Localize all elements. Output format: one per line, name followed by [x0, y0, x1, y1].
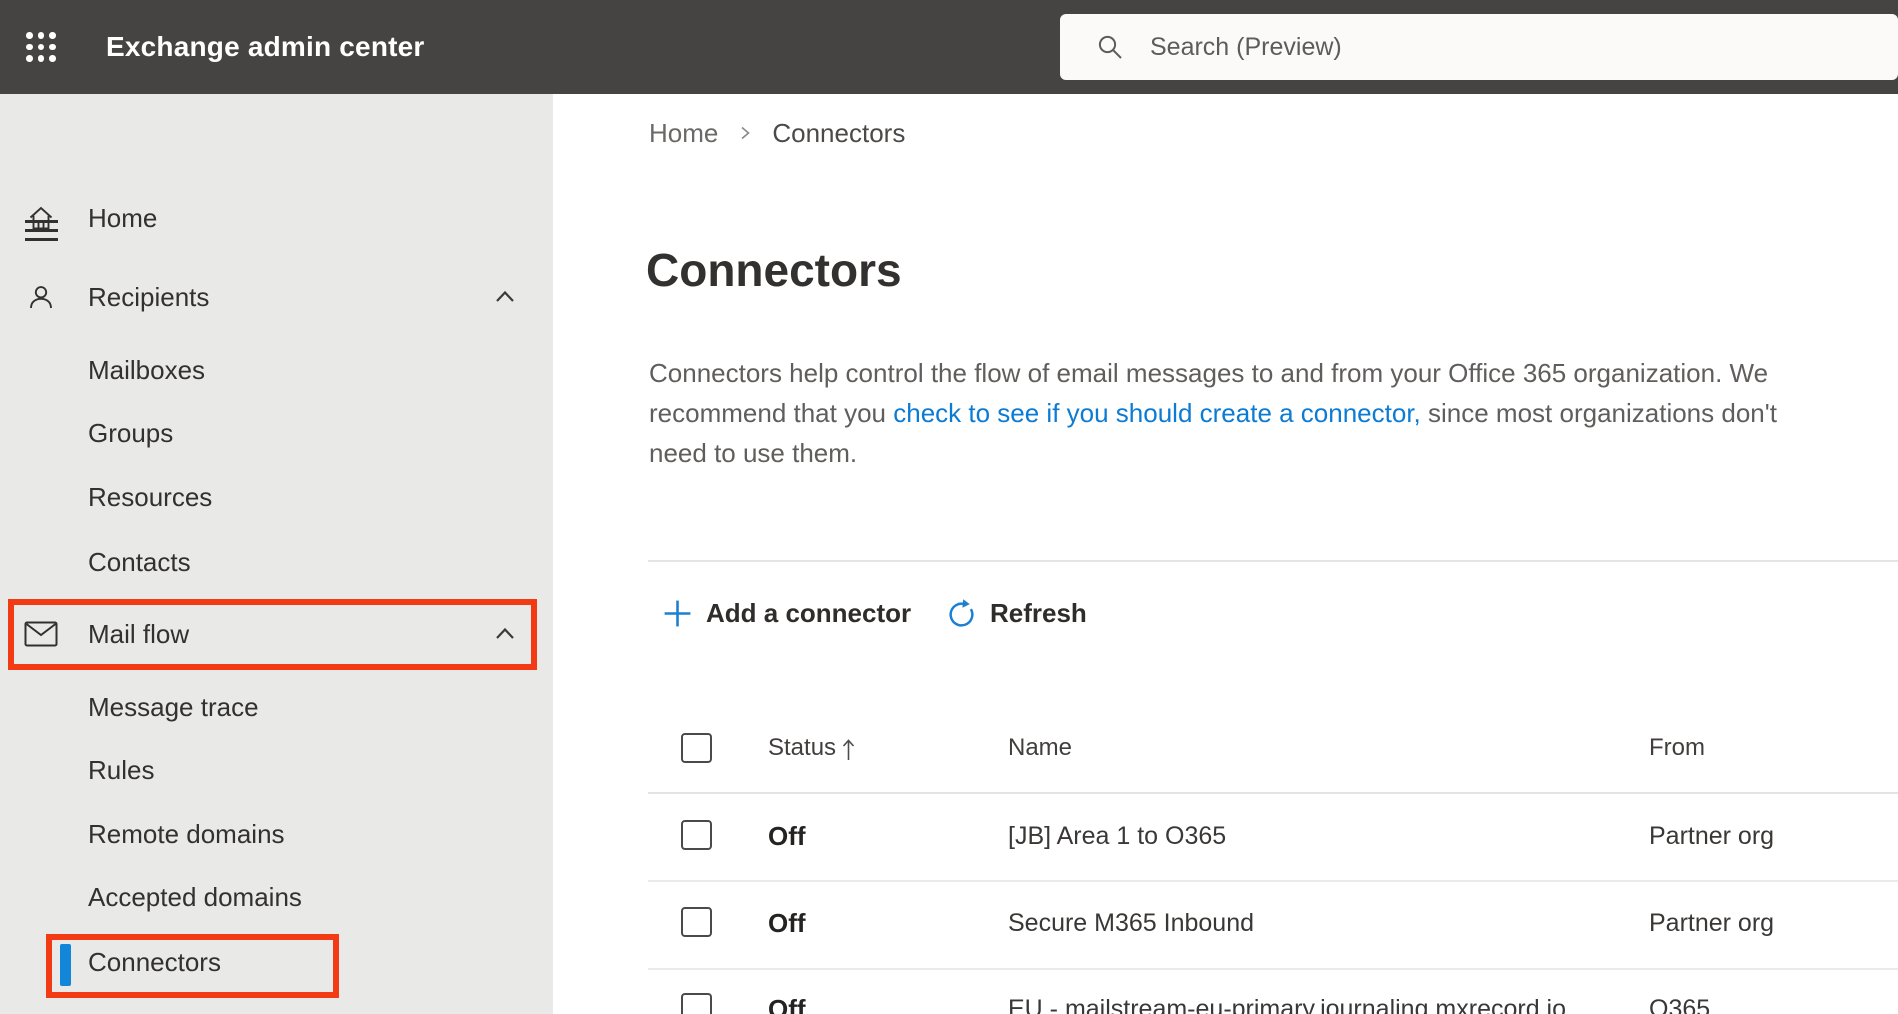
app-launcher-waffle-icon[interactable]	[24, 30, 58, 64]
toolbar-top-divider	[648, 560, 1898, 562]
breadcrumb: Home Connectors	[649, 113, 905, 153]
add-connector-button[interactable]: Add a connector	[662, 595, 911, 631]
envelope-icon	[24, 617, 58, 651]
home-icon	[24, 201, 58, 235]
row-checkbox[interactable]	[681, 993, 712, 1014]
status-cell: Off	[768, 994, 806, 1014]
chevron-up-icon[interactable]	[490, 282, 520, 312]
exchange-admin-center-window: Exchange admin center Search (Preview) H…	[0, 0, 1898, 1014]
sidebar-item-recipients[interactable]: Recipients	[0, 269, 553, 325]
name-cell[interactable]: EU - mailstream-eu-primary.journaling.mx…	[1008, 995, 1566, 1014]
main-content: Home Connectors Connectors Connectors he…	[553, 94, 1898, 1014]
sidebar-item-rules[interactable]: Rules	[0, 742, 553, 798]
person-icon	[24, 280, 58, 314]
from-cell: Partner org	[1649, 909, 1775, 937]
sidebar-item-message-trace[interactable]: Message trace	[0, 679, 553, 735]
description-line3: need to use them.	[649, 438, 858, 468]
description-line2-post: since most organizations don't	[1420, 398, 1777, 428]
sidebar-item-resources[interactable]: Resources	[0, 469, 553, 525]
column-header-status[interactable]: Status	[768, 734, 836, 762]
search-input[interactable]: Search (Preview)	[1060, 14, 1898, 80]
refresh-button[interactable]: Refresh	[946, 595, 1087, 631]
sidebar-item-remote-domains[interactable]: Remote domains	[0, 806, 553, 862]
page-title: Connectors	[646, 244, 902, 296]
breadcrumb-home-link[interactable]: Home	[649, 118, 718, 149]
sidebar-item-mailboxes[interactable]: Mailboxes	[0, 342, 553, 398]
sidebar-item-connectors[interactable]: Connectors	[0, 934, 553, 990]
sidebar-item-contacts[interactable]: Contacts	[0, 534, 553, 590]
search-icon	[1098, 35, 1122, 59]
row-divider	[648, 968, 1898, 970]
header-divider	[648, 792, 1898, 794]
description-line2-pre: recommend that you	[649, 398, 894, 428]
app-title: Exchange admin center	[106, 31, 425, 62]
search-placeholder: Search (Preview)	[1150, 32, 1342, 61]
sort-ascending-icon[interactable]	[841, 735, 856, 770]
name-cell[interactable]: Secure M365 Inbound	[1008, 909, 1254, 938]
column-header-name[interactable]: Name	[1008, 734, 1072, 762]
top-app-bar: Exchange admin center Search (Preview)	[0, 0, 1898, 94]
breadcrumb-chevron-icon	[741, 126, 751, 140]
refresh-icon	[949, 598, 974, 627]
row-divider	[648, 880, 1898, 882]
create-connector-check-link[interactable]: check to see if you should create a conn…	[893, 398, 1421, 428]
plus-icon	[664, 600, 691, 626]
page-description: Connectors help control the flow of emai…	[649, 353, 1777, 473]
sidebar-item-accepted-domains[interactable]: Accepted domains	[0, 869, 553, 925]
row-checkbox[interactable]	[681, 907, 712, 937]
row-checkbox[interactable]	[681, 820, 712, 850]
status-cell: Off	[768, 908, 806, 938]
column-header-from[interactable]: From	[1649, 734, 1705, 762]
sidebar-item-mail-flow[interactable]: Mail flow	[0, 606, 553, 662]
sidebar-item-groups[interactable]: Groups	[0, 405, 553, 461]
status-cell: Off	[768, 821, 806, 851]
description-line1: Connectors help control the flow of emai…	[649, 358, 1769, 388]
select-all-checkbox[interactable]	[681, 733, 712, 763]
chevron-up-icon[interactable]	[490, 619, 520, 649]
name-cell[interactable]: [JB] Area 1 to O365	[1008, 822, 1226, 851]
sidebar-item-home[interactable]: Home	[0, 190, 553, 246]
from-cell: O365	[1649, 995, 1711, 1014]
breadcrumb-current: Connectors	[772, 117, 906, 148]
from-cell: Partner org	[1649, 822, 1775, 850]
